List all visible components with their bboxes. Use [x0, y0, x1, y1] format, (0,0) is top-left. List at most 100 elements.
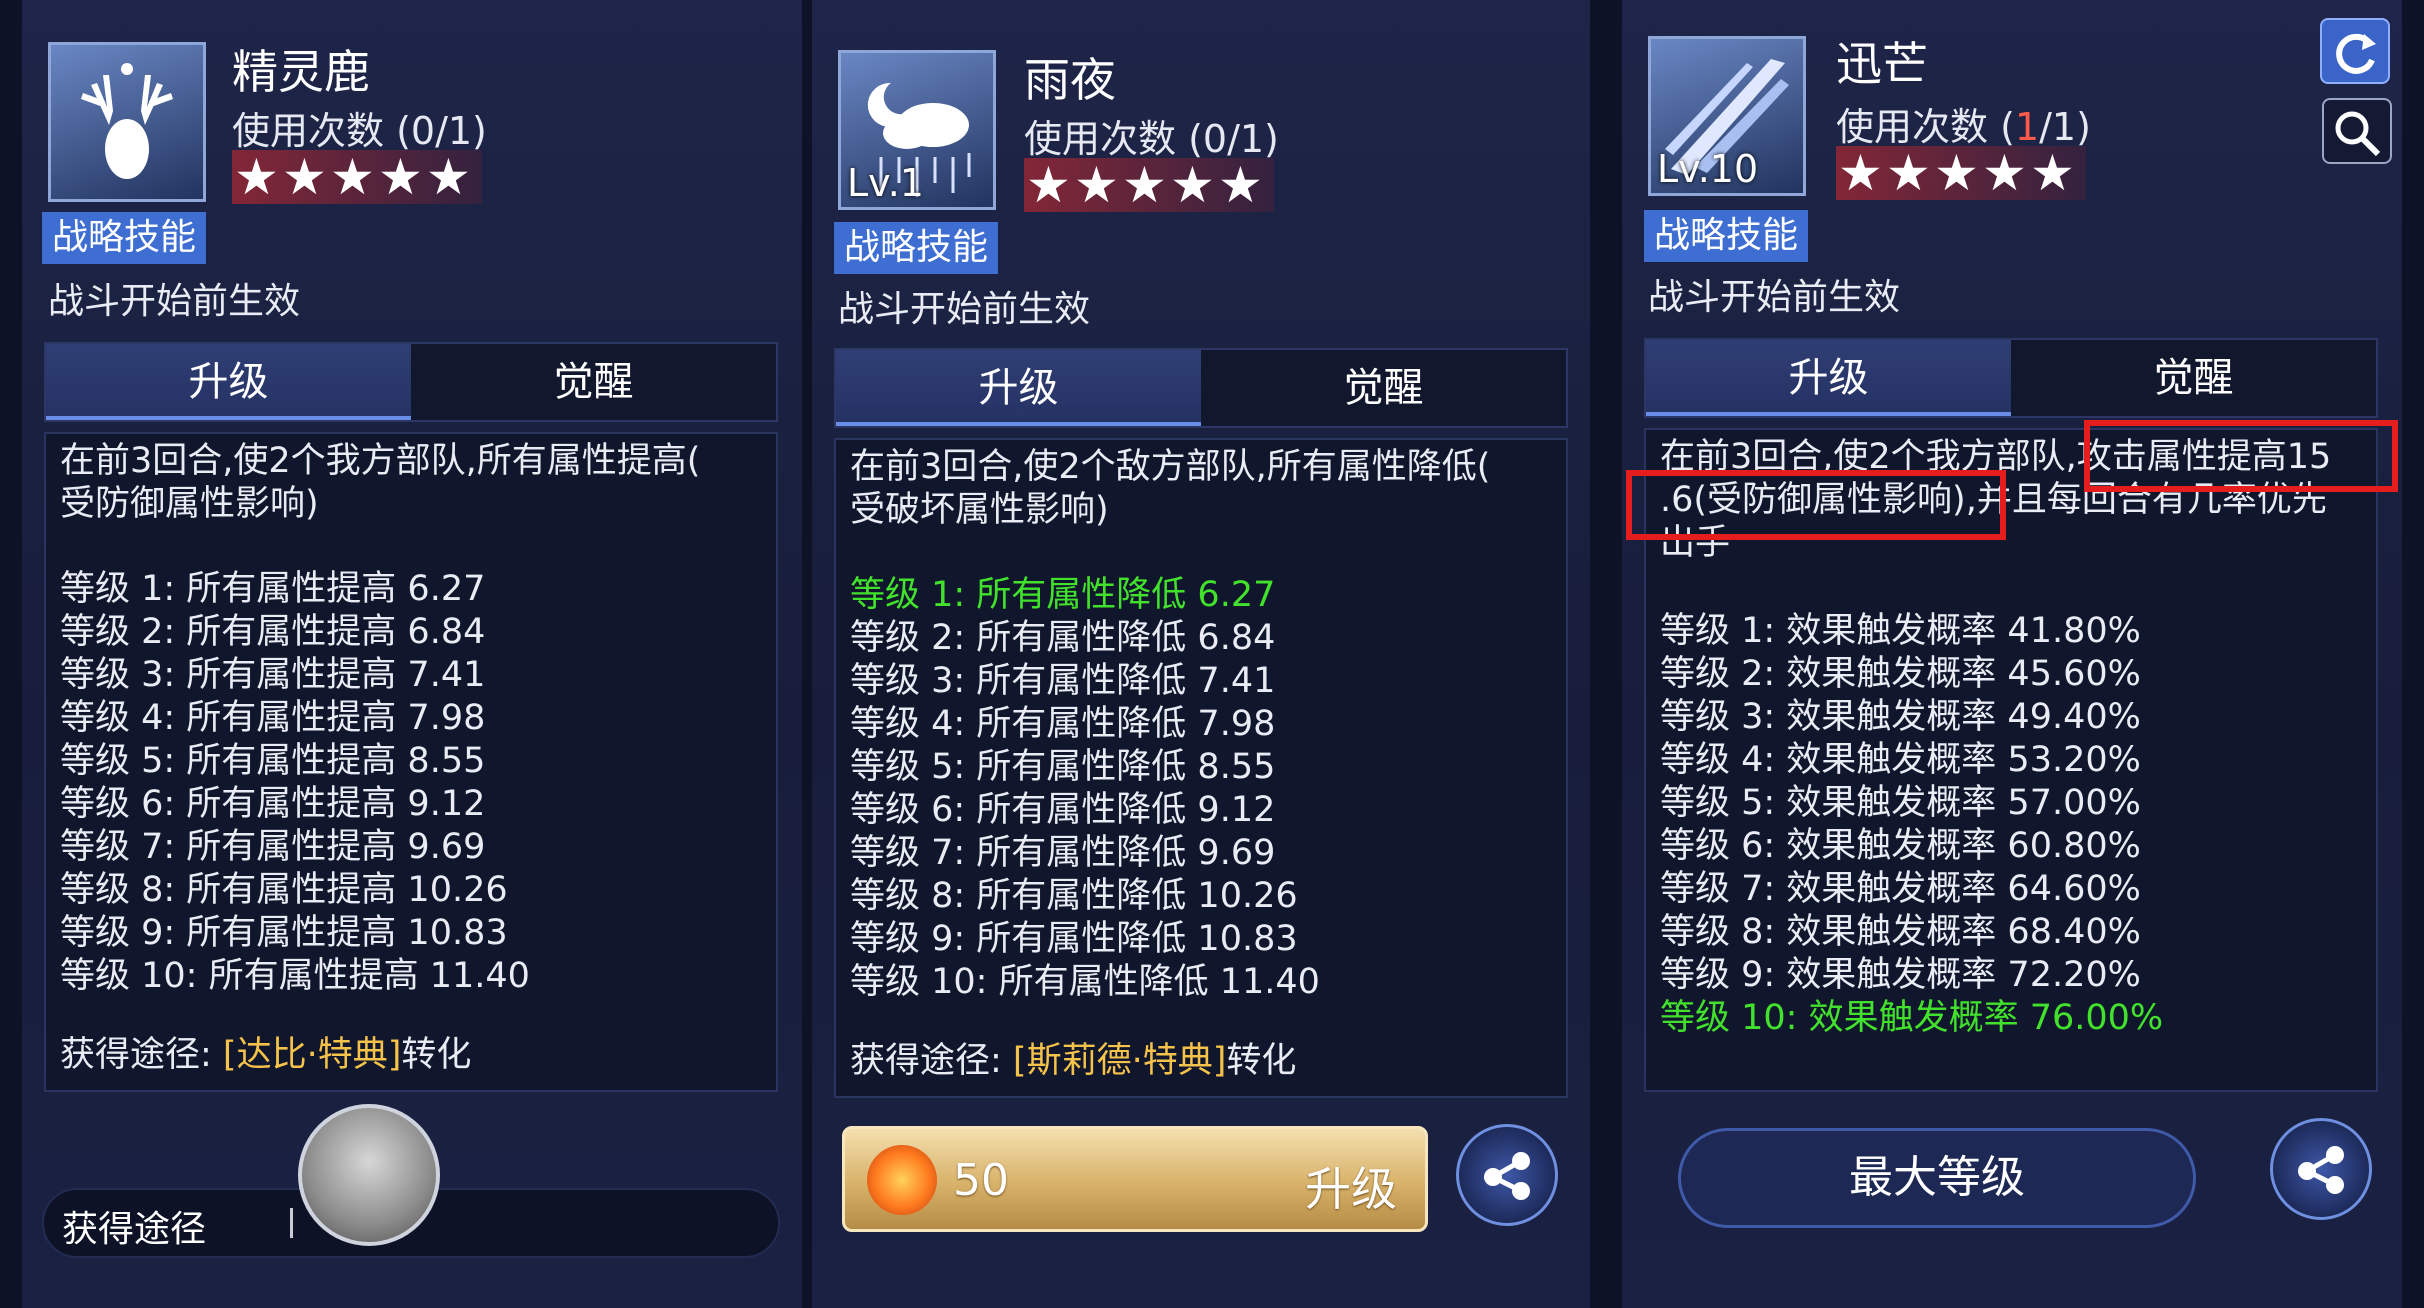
- source-prefix: 获得途径:: [850, 1041, 1013, 1081]
- upgrade-label: 升级: [1305, 1162, 1397, 1216]
- lightning-streak-icon: Lv.10: [1648, 36, 1806, 196]
- level-row: 等级 1: 所有属性提高 6.27: [60, 569, 486, 609]
- divider: [290, 1208, 293, 1238]
- level-row: 等级 6: 所有属性降低 9.12: [850, 790, 1276, 830]
- star-icon: ★: [282, 148, 327, 206]
- level-row: 等级 5: 所有属性提高 8.55: [60, 741, 486, 781]
- star-icon: ★: [1982, 144, 2027, 202]
- share-button[interactable]: [2270, 1118, 2372, 1220]
- level-row: 等级 1: 效果触发概率 41.80%: [1660, 611, 2141, 651]
- skill-name: 雨夜: [1024, 53, 1116, 107]
- effect-timing: 战斗开始前生效: [48, 281, 301, 322]
- upgrade-button[interactable]: 50 升级: [842, 1126, 1428, 1232]
- level-row: 等级 3: 所有属性降低 7.41: [850, 661, 1276, 701]
- level-row: 等级 10: 所有属性降低 11.40: [850, 962, 1320, 1002]
- star-rating: ★ ★ ★ ★ ★: [232, 150, 482, 204]
- source-character-avatar[interactable]: [298, 1104, 440, 1246]
- level-row: 等级 7: 效果触发概率 64.60%: [1660, 869, 2141, 909]
- description-line: 受破坏属性影响): [850, 490, 1109, 530]
- source-name: [斯莉德·特典]: [1012, 1041, 1227, 1081]
- refresh-icon: [2336, 33, 2376, 74]
- deer-icon: [48, 42, 206, 202]
- usage-count: 使用次数 (1/1): [1836, 96, 2091, 151]
- level-row: 等级 3: 效果触发概率 49.40%: [1660, 697, 2141, 737]
- obtain-label: 获得途径: [62, 1209, 207, 1250]
- share-icon: [2298, 1146, 2344, 1194]
- level-row: 等级 9: 所有属性提高 10.83: [60, 913, 508, 953]
- skill-name: 精灵鹿: [232, 45, 370, 99]
- tab-awaken[interactable]: 觉醒: [2011, 340, 2376, 416]
- level-row: 等级 7: 所有属性提高 9.69: [60, 827, 486, 867]
- tab-upgrade[interactable]: 升级: [836, 350, 1201, 426]
- star-rating: ★ ★ ★ ★ ★: [1024, 158, 1274, 212]
- level-row: 等级 4: 所有属性提高 7.98: [60, 698, 486, 738]
- usage-count: 使用次数 (0/1): [232, 109, 487, 153]
- usage-prefix: 使用次数 (: [1836, 105, 2015, 149]
- skill-level-badge: Lv.10: [1657, 147, 1759, 191]
- star-rating: ★ ★ ★ ★ ★: [1836, 146, 2086, 200]
- tab-awaken[interactable]: 觉醒: [1201, 350, 1566, 426]
- skill-panel-jinglinglu: 精灵鹿 使用次数 (0/1) ★ ★ ★ ★ ★ 战略技能 战斗开始前生效 升级…: [22, 0, 802, 1308]
- level-row: 等级 10: 所有属性提高 11.40: [60, 956, 530, 996]
- source-suffix: 转化: [401, 1035, 472, 1075]
- level-row: 等级 6: 效果触发概率 60.80%: [1660, 826, 2141, 866]
- description-line: 在前3回合,使2个我方部队,所有属性提高(: [60, 441, 701, 481]
- skill-type-badge: 战略技能: [834, 222, 999, 274]
- usage-count: 使用次数 (0/1): [1024, 117, 1279, 161]
- tab-awaken[interactable]: 觉醒: [411, 344, 776, 420]
- effect-timing: 战斗开始前生效: [1648, 277, 1901, 318]
- star-icon: ★: [330, 148, 375, 206]
- zoom-button[interactable]: [2322, 98, 2392, 164]
- star-icon: ★: [1934, 144, 1979, 202]
- source-prefix: 获得途径:: [60, 1035, 223, 1075]
- star-icon: ★: [2030, 144, 2075, 202]
- skill-panel-yuye: Lv.1 雨夜 使用次数 (0/1) ★ ★ ★ ★ ★ 战略技能 战斗开始前生…: [812, 0, 1590, 1308]
- level-row: 等级 8: 所有属性提高 10.26: [60, 870, 508, 910]
- star-icon: ★: [1218, 156, 1263, 214]
- skill-type-badge: 战略技能: [1644, 210, 1809, 262]
- star-icon: ★: [1886, 144, 1931, 202]
- tab-bar: 升级 觉醒: [834, 348, 1568, 428]
- star-icon: ★: [1026, 156, 1071, 214]
- description-line: 在前3回合,使2个敌方部队,所有属性降低(: [850, 447, 1491, 487]
- rain-moon-icon: Lv.1: [838, 50, 996, 210]
- level-row-current: 等级 1: 所有属性降低 6.27: [850, 575, 1276, 615]
- source-name: [达比·特典]: [222, 1035, 402, 1075]
- star-icon: ★: [378, 148, 423, 206]
- level-row: 等级 2: 所有属性提高 6.84: [60, 612, 486, 652]
- annotation-highlight-box: [2084, 420, 2398, 492]
- tab-upgrade[interactable]: 升级: [1646, 340, 2011, 416]
- share-button[interactable]: [1456, 1124, 1558, 1226]
- source-suffix: 转化: [1226, 1041, 1297, 1081]
- upgrade-cost: 50: [953, 1155, 1009, 1206]
- star-icon: ★: [426, 148, 471, 206]
- refresh-button[interactable]: [2320, 18, 2390, 84]
- star-icon: ★: [1170, 156, 1215, 214]
- skill-description-box: 在前3回合,使2个我方部队,所有属性提高( 受防御属性影响) 等级 1: 所有属…: [44, 432, 778, 1092]
- magnifier-icon: [2335, 111, 2381, 157]
- level-row: 等级 2: 效果触发概率 45.60%: [1660, 654, 2141, 694]
- level-row: 等级 5: 所有属性降低 8.55: [850, 747, 1276, 787]
- star-icon: ★: [234, 148, 279, 206]
- skill-description: 在前3回合,使2个我方部队,所有属性提高( 受防御属性影响): [60, 440, 762, 526]
- level-row: 等级 5: 效果触发概率 57.00%: [1660, 783, 2141, 823]
- description-line: 受防御属性影响): [60, 484, 319, 524]
- skill-description-box: 在前3回合,使2个敌方部队,所有属性降低( 受破坏属性影响) 等级 1: 所有属…: [834, 438, 1568, 1098]
- max-level-indicator: 最大等级: [1678, 1128, 2196, 1228]
- share-icon: [1484, 1152, 1530, 1200]
- star-icon: ★: [1122, 156, 1167, 214]
- effect-timing: 战斗开始前生效: [838, 289, 1091, 330]
- usage-current: 1: [2014, 105, 2040, 149]
- obtain-source: 获得途径: [斯莉德·特典]转化: [850, 1040, 1296, 1083]
- level-row: 等级 8: 所有属性降低 10.26: [850, 876, 1298, 916]
- obtain-source: 获得途径: [达比·特典]转化: [60, 1034, 471, 1077]
- level-row-current: 等级 10: 效果触发概率 76.00%: [1660, 998, 2164, 1038]
- skill-description: 在前3回合,使2个敌方部队,所有属性降低( 受破坏属性影响): [850, 446, 1552, 532]
- level-row: 等级 6: 所有属性提高 9.12: [60, 784, 486, 824]
- tab-upgrade[interactable]: 升级: [46, 344, 411, 420]
- level-row: 等级 7: 所有属性降低 9.69: [850, 833, 1276, 873]
- level-row: 等级 9: 效果触发概率 72.20%: [1660, 955, 2141, 995]
- tab-bar: 升级 觉醒: [1644, 338, 2378, 418]
- star-icon: ★: [1838, 144, 1883, 202]
- usage-suffix: /1): [2039, 105, 2091, 149]
